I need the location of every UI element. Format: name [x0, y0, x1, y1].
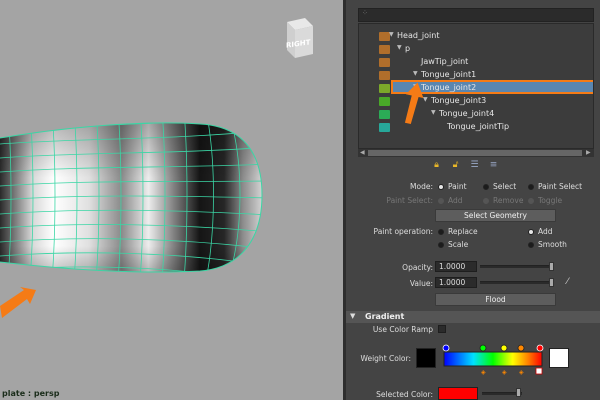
paint-select-remove-label: Remove: [493, 196, 524, 205]
outliner-row[interactable]: ▼ Tongue_joint3: [359, 95, 593, 108]
mode-select-radio[interactable]: [483, 184, 489, 190]
svg-text:◈: ◈: [502, 369, 507, 376]
joint-color-swatch[interactable]: [379, 71, 390, 80]
eyedropper-icon[interactable]: ⁄: [562, 277, 573, 288]
viewport[interactable]: RIGHT plate : persp: [0, 0, 343, 400]
ramp-stop-green: [479, 344, 487, 352]
outliner-row[interactable]: ▼ Tongue_joint4: [359, 108, 593, 121]
tool-settings-panel: ⁘ ▼ Head_joint ▼ p JawTip_joint ▼ Tongue_joint…: [346, 0, 600, 400]
mode-paint-label: Paint: [448, 182, 467, 191]
selected-color-slider-handle[interactable]: [516, 388, 521, 397]
influence-outliner: ▼Head_joint▼pJawTip_joint▼Tongue_joint1▼…: [358, 23, 594, 149]
ramp-stop-yellow: [500, 344, 508, 352]
selected-color-swatch[interactable]: [438, 387, 478, 400]
joint-color-swatch[interactable]: [379, 123, 390, 132]
paint-op-smooth-radio[interactable]: [528, 242, 534, 248]
outliner-row[interactable]: ▼ p: [359, 43, 593, 56]
paint-operation-label: Paint operation:: [373, 227, 433, 236]
viewport-status: plate : persp: [2, 389, 60, 398]
opacity-label: Opacity:: [402, 263, 433, 272]
outliner-search-input[interactable]: [374, 9, 581, 21]
value-label: Value:: [409, 279, 433, 288]
joint-color-swatch[interactable]: [379, 84, 390, 93]
value-slider[interactable]: [480, 281, 554, 284]
joint-color-swatch[interactable]: [379, 45, 390, 54]
ramp-stop-red: [536, 344, 544, 352]
svg-text:◈: ◈: [519, 369, 524, 376]
paint-select-remove-radio[interactable]: [483, 198, 489, 204]
joint-label: Tongue_joint3: [431, 96, 487, 105]
paint-op-add-radio[interactable]: [528, 229, 534, 235]
expand-arrow-icon[interactable]: ▼: [431, 109, 436, 116]
selected-color-label: Selected Color:: [376, 390, 433, 399]
weight-color-label: Weight Color:: [360, 354, 412, 363]
paint-op-scale-label: Scale: [448, 240, 469, 249]
ramp-stop-orange: [517, 344, 525, 352]
expand-arrow-icon[interactable]: ▼: [389, 31, 394, 38]
joint-label: p: [405, 44, 411, 53]
scroll-left-icon[interactable]: ◀: [360, 149, 365, 156]
annotation-arrow: [0, 287, 36, 318]
color-ramp[interactable]: ◈ ◈ ◈: [442, 342, 546, 376]
select-geometry-button[interactable]: Select Geometry: [435, 209, 556, 222]
selection-annotation-arrow: [404, 82, 424, 124]
value-field[interactable]: 1.0000: [435, 277, 477, 288]
outliner-row[interactable]: Tongue_jointTip: [359, 121, 593, 134]
value-slider-handle[interactable]: [549, 278, 554, 287]
joint-label: Head_joint: [397, 31, 440, 40]
outliner-row[interactable]: JawTip_joint: [359, 56, 593, 69]
joint-label: Tongue_joint4: [439, 109, 495, 118]
expand-arrow-icon[interactable]: ▼: [413, 70, 418, 77]
joint-label: Tongue_joint1: [421, 70, 477, 79]
joint-color-swatch[interactable]: [379, 97, 390, 106]
paint-select-toggle-label: Toggle: [538, 196, 563, 205]
paint-op-scale-radio[interactable]: [438, 242, 444, 248]
outliner-row[interactable]: ▼ Head_joint: [359, 30, 593, 43]
outliner-row[interactable]: ▼Tongue_joint2: [359, 82, 593, 95]
joint-color-swatch[interactable]: [379, 110, 390, 119]
opacity-field[interactable]: 1.0000: [435, 261, 477, 272]
paint-select-add-radio[interactable]: [438, 198, 444, 204]
paint-op-replace-label: Replace: [448, 227, 478, 236]
joint-label: Tongue_jointTip: [447, 122, 510, 131]
mode-paint-select-radio[interactable]: [528, 184, 534, 190]
collapse-arrow-icon[interactable]: ▼: [350, 312, 355, 320]
joint-label: Tongue_joint2: [421, 83, 477, 92]
gradient-title: Gradient: [365, 312, 405, 321]
svg-text:◈: ◈: [481, 369, 486, 376]
paint-op-smooth-label: Smooth: [538, 240, 567, 249]
ramp-stop-blue: [442, 344, 450, 352]
mode-paint-radio[interactable]: [438, 184, 444, 190]
lock-icon[interactable]: 🔒︎: [431, 160, 442, 171]
horizontal-scrollbar[interactable]: ◀ ▶: [358, 149, 594, 157]
joint-color-swatch[interactable]: [379, 58, 390, 67]
drag-handle-icon[interactable]: ⁘: [362, 10, 370, 19]
mode-paint-select-label: Paint Select: [538, 182, 583, 191]
gradient-section-header[interactable]: ▼ Gradient: [346, 311, 600, 323]
paint-op-add-label: Add: [538, 227, 553, 236]
use-color-ramp-label: Use Color Ramp: [372, 325, 433, 334]
opacity-slider[interactable]: [480, 265, 554, 268]
opacity-slider-handle[interactable]: [549, 262, 554, 271]
lock-open-icon[interactable]: 🔓︎: [450, 160, 461, 171]
paint-op-replace-radio[interactable]: [438, 229, 444, 235]
scroll-right-icon[interactable]: ▶: [586, 149, 591, 156]
mode-label: Mode:: [410, 182, 433, 191]
paint-select-toggle-radio[interactable]: [528, 198, 534, 204]
expand-arrow-icon[interactable]: ▼: [397, 44, 402, 51]
flood-button[interactable]: Flood: [435, 293, 556, 306]
use-color-ramp-checkbox[interactable]: [438, 325, 446, 333]
joint-label: JawTip_joint: [421, 57, 469, 66]
paint-select-label: Paint Select:: [386, 196, 433, 205]
list-sort-icon[interactable]: ≡: [488, 160, 499, 171]
mode-select-label: Select: [493, 182, 517, 191]
list-icon[interactable]: ☰: [469, 160, 480, 171]
end-color-swatch[interactable]: [549, 348, 569, 368]
paint-select-add-label: Add: [448, 196, 463, 205]
weight-color-swatch[interactable]: [416, 348, 436, 368]
outliner-row[interactable]: ▼ Tongue_joint1: [359, 69, 593, 82]
